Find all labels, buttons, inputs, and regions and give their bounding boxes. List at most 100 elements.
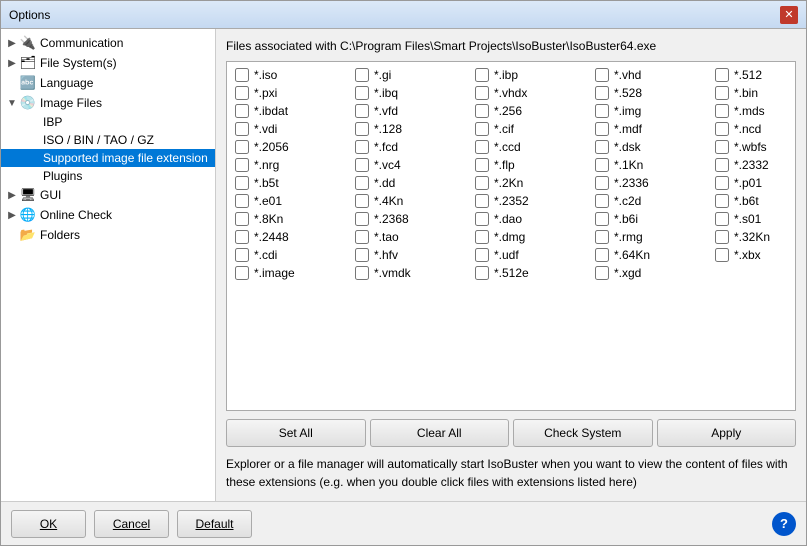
file-checkbox[interactable] [355,86,369,100]
file-item: *.512e [471,264,591,282]
file-checkbox[interactable] [355,212,369,226]
file-checkbox[interactable] [595,158,609,172]
file-checkbox[interactable] [715,104,729,118]
file-checkbox[interactable] [595,104,609,118]
tree-item-gui[interactable]: ▶ 🖥 GUI [1,185,215,205]
file-checkbox[interactable] [715,194,729,208]
file-label: *.hfv [374,248,398,262]
file-checkbox[interactable] [235,176,249,190]
file-label: *.c2d [614,194,641,208]
file-item: *.wbfs [711,138,796,156]
file-checkbox[interactable] [595,68,609,82]
ok-label: OK [40,517,57,531]
file-checkbox[interactable] [715,230,729,244]
file-item: *.hfv [351,246,471,264]
tree-item-imagefiles[interactable]: ▼ 💿 Image Files [1,93,215,113]
file-checkbox[interactable] [235,158,249,172]
help-button[interactable]: ? [772,512,796,536]
file-checkbox[interactable] [715,176,729,190]
apply-button[interactable]: Apply [657,419,797,447]
file-checkbox[interactable] [715,158,729,172]
file-checkbox[interactable] [235,248,249,262]
file-checkbox[interactable] [235,140,249,154]
file-label: *.udf [494,248,519,262]
tree-item-ibp[interactable]: IBP [1,113,215,131]
tree-item-communication[interactable]: ▶ 🔌 Communication [1,33,215,53]
file-checkbox[interactable] [235,194,249,208]
file-checkbox[interactable] [235,230,249,244]
file-checkbox[interactable] [235,104,249,118]
close-button[interactable]: ✕ [780,6,798,24]
file-checkbox[interactable] [595,176,609,190]
default-button[interactable]: Default [177,510,252,538]
ok-button[interactable]: OK [11,510,86,538]
file-checkbox[interactable] [355,176,369,190]
file-checkbox[interactable] [715,122,729,136]
file-checkbox[interactable] [355,230,369,244]
file-checkbox[interactable] [235,122,249,136]
file-item: *.dsk [591,138,711,156]
file-label: *.img [614,104,641,118]
file-checkbox[interactable] [355,104,369,118]
tree-label-plugins: Plugins [43,169,82,183]
tree-item-plugins[interactable]: Plugins [1,167,215,185]
check-system-button[interactable]: Check System [513,419,653,447]
file-label: *.2336 [614,176,649,190]
tree-item-supported[interactable]: Supported image file extension [1,149,215,167]
file-label: *.dao [494,212,522,226]
tree-item-isotao[interactable]: ISO / BIN / TAO / GZ [1,131,215,149]
file-checkbox[interactable] [475,104,489,118]
file-checkbox[interactable] [475,140,489,154]
file-checkbox[interactable] [715,68,729,82]
file-checkbox[interactable] [475,86,489,100]
file-checkbox[interactable] [355,158,369,172]
file-checkbox[interactable] [595,122,609,136]
tree-toggle-gui: ▶ [5,190,19,201]
file-checkbox[interactable] [475,248,489,262]
file-checkbox[interactable] [595,230,609,244]
file-checkbox[interactable] [715,248,729,262]
cancel-button[interactable]: Cancel [94,510,169,538]
clear-all-button[interactable]: Clear All [370,419,510,447]
tree-item-language[interactable]: 🔤 Language [1,73,215,93]
file-checkbox[interactable] [475,212,489,226]
file-checkbox[interactable] [355,194,369,208]
file-label: *.32Kn [734,230,770,244]
file-checkbox[interactable] [355,248,369,262]
cancel-label: Cancel [113,517,150,531]
file-label: *.mds [734,104,765,118]
file-checkbox[interactable] [595,140,609,154]
file-checkbox[interactable] [595,212,609,226]
file-checkbox[interactable] [595,86,609,100]
folders-icon: 📂 [19,227,37,243]
tree-item-folders[interactable]: 📂 Folders [1,225,215,245]
file-checkbox[interactable] [595,194,609,208]
file-checkbox[interactable] [475,176,489,190]
file-checkbox[interactable] [475,194,489,208]
onlinecheck-icon: 🌐 [19,207,37,223]
file-checkbox[interactable] [235,266,249,280]
file-checkbox[interactable] [235,68,249,82]
file-checkbox[interactable] [595,248,609,262]
tree-item-onlinecheck[interactable]: ▶ 🌐 Online Check [1,205,215,225]
file-checkbox[interactable] [355,266,369,280]
file-checkbox[interactable] [715,212,729,226]
file-checkbox[interactable] [355,68,369,82]
file-checkbox[interactable] [715,140,729,154]
set-all-button[interactable]: Set All [226,419,366,447]
file-checkbox[interactable] [715,86,729,100]
file-checkbox[interactable] [235,212,249,226]
file-checkbox[interactable] [475,122,489,136]
file-checkbox[interactable] [235,86,249,100]
file-checkbox[interactable] [475,68,489,82]
file-checkbox[interactable] [475,266,489,280]
file-checkbox[interactable] [355,140,369,154]
file-label: *.flp [494,158,515,172]
tree-item-filesystem[interactable]: ▶ 🗂 File System(s) [1,53,215,73]
options-dialog: Options ✕ ▶ 🔌 Communication ▶ 🗂 File Sys… [0,0,807,546]
file-checkbox[interactable] [355,122,369,136]
file-checkbox[interactable] [595,266,609,280]
file-label: *.512 [734,68,762,82]
file-checkbox[interactable] [475,230,489,244]
file-checkbox[interactable] [475,158,489,172]
